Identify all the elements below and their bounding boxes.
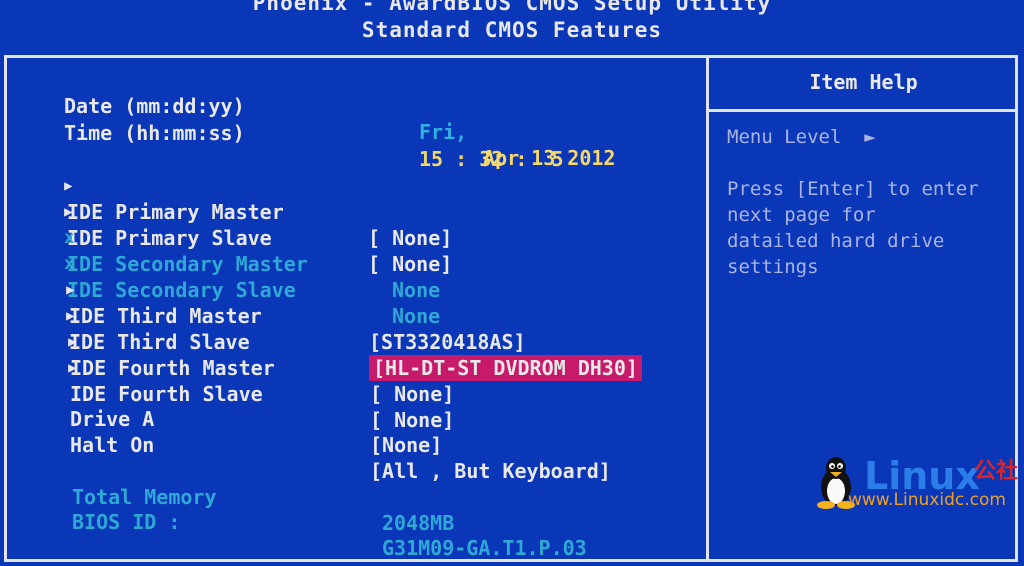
drive-a-row[interactable]: Drive A [None] [70, 380, 690, 457]
total-memory-value: 2048MB [382, 511, 455, 535]
total-memory-row: Total Memory 2048MB [72, 458, 692, 535]
header-line1: Phoenix - AwardBIOS CMOS Setup Utility [252, 0, 772, 15]
help-line: settings [727, 256, 819, 278]
vertical-divider [706, 55, 709, 562]
halt-on-row[interactable]: Halt On [All , But Keyboard] [70, 406, 690, 483]
item-help-title: Item Help [809, 70, 918, 94]
ide-secondary-slave-row: x IDE Secondary Slave None [40, 225, 680, 328]
watermark-cn: 公社 [974, 459, 1019, 484]
time-label: Time (hh:mm:ss) [64, 121, 245, 145]
ide-primary-master-row[interactable]: ▶ IDE Primary Master [ None] [40, 147, 680, 250]
weekday-value: Fri, [419, 120, 468, 144]
menu-level-text: Menu Level ► [727, 126, 876, 148]
ide-secondary-master-row: x IDE Secondary Master None [40, 199, 680, 302]
halt-on-label: Halt On [70, 433, 155, 457]
help-line: next page for [727, 204, 876, 226]
help-line: Press [Enter] to enter [727, 178, 979, 200]
bios-id-label: BIOS ID : [72, 510, 181, 534]
ide-third-slave-row[interactable]: ▶ IDE Third Slave [HL-DT-ST DVDROM DH30] [42, 277, 682, 381]
ide-primary-slave-row[interactable]: ▶ IDE Primary Slave [ None] [40, 173, 680, 276]
ide-fourth-master-row[interactable]: ▶ IDE Fourth Master [ None] [44, 303, 684, 406]
ide-fourth-slave-row[interactable]: ▶ IDE Fourth Slave [ None] [44, 329, 684, 432]
ide-third-master-row[interactable]: ▶ IDE Third Master [ST3320418AS] [42, 251, 682, 354]
help-line: datailed hard drive [727, 230, 945, 252]
bios-id-value: G31M09-GA.T1.P.03 [382, 536, 587, 560]
linuxidc-watermark: Linux 公社 www.Linuxidc.com [812, 455, 1018, 511]
ide-value-selected[interactable]: [HL-DT-ST DVDROM DH30] [369, 355, 642, 381]
time-row[interactable]: Time (hh:mm:ss) 15 : 32 : 5 [64, 94, 664, 171]
ide-label: IDE Fourth Master [70, 356, 275, 380]
bios-id-row: BIOS ID : G31M09-GA.T1.P.03 [72, 483, 692, 560]
submenu-arrow-icon: ▶ [68, 360, 77, 376]
help-divider [709, 109, 1018, 112]
watermark-url: www.Linuxidc.com [848, 490, 1006, 510]
drive-a-value[interactable]: [None] [370, 432, 442, 458]
header-line2: Standard CMOS Features [361, 18, 663, 42]
date-row[interactable]: Date (mm:dd:yy) Fri, Apr 13 2012 [64, 67, 664, 170]
